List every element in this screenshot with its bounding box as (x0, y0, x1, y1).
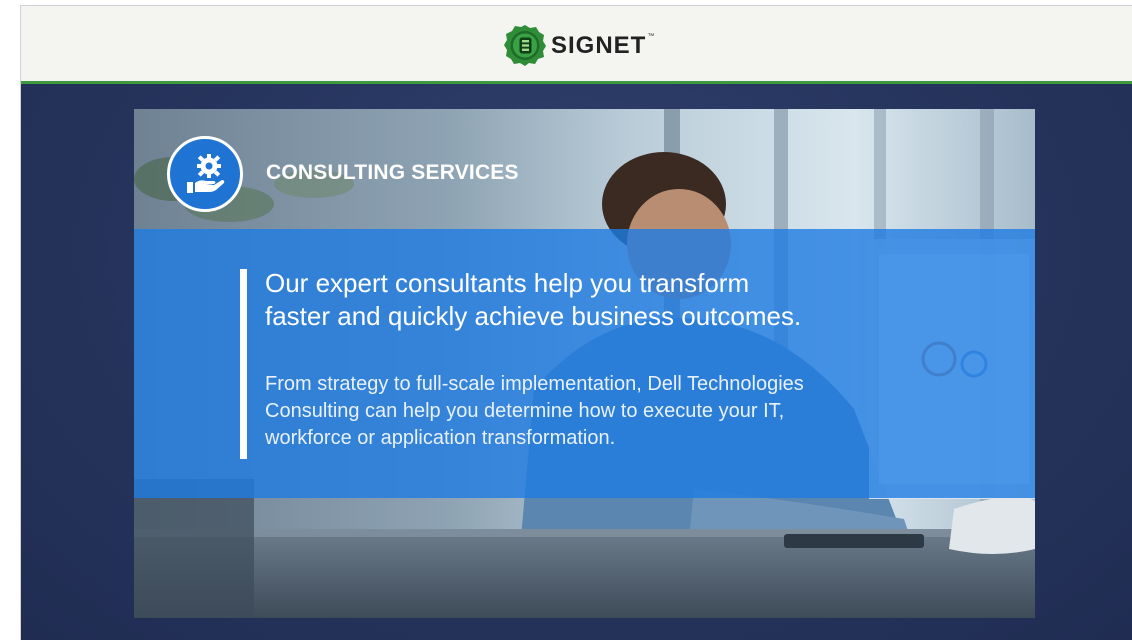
section-badge (167, 136, 243, 212)
presentation-frame: SIGNET ™ CONSULTING SERVICES Our expert … (20, 5, 1132, 640)
headline-line-2: faster and quickly achieve business outc… (265, 301, 802, 331)
top-header-bar: SIGNET ™ (21, 6, 1132, 84)
hand-gear-icon (187, 154, 225, 193)
signet-seal-icon (504, 25, 546, 66)
body-text: From strategy to full-scale implementati… (265, 371, 965, 452)
headline-line-1: Our expert consultants help you transfor… (265, 268, 750, 298)
section-title: CONSULTING SERVICES (266, 161, 519, 184)
brand-name: SIGNET (551, 32, 647, 59)
accent-bar (240, 269, 247, 459)
signet-logo: SIGNET ™ (503, 22, 654, 68)
body-line-2: Consulting can help you determine how to… (265, 400, 785, 422)
consulting-slide: CONSULTING SERVICES Our expert consultan… (134, 109, 1035, 618)
body-line-1: From strategy to full-scale implementati… (265, 373, 804, 395)
slide-stage: CONSULTING SERVICES Our expert consultan… (21, 84, 1132, 640)
trademark-symbol: ™ (647, 32, 655, 40)
body-line-3: workforce or application transformation. (265, 427, 616, 449)
headline: Our expert consultants help you transfor… (265, 267, 1005, 333)
